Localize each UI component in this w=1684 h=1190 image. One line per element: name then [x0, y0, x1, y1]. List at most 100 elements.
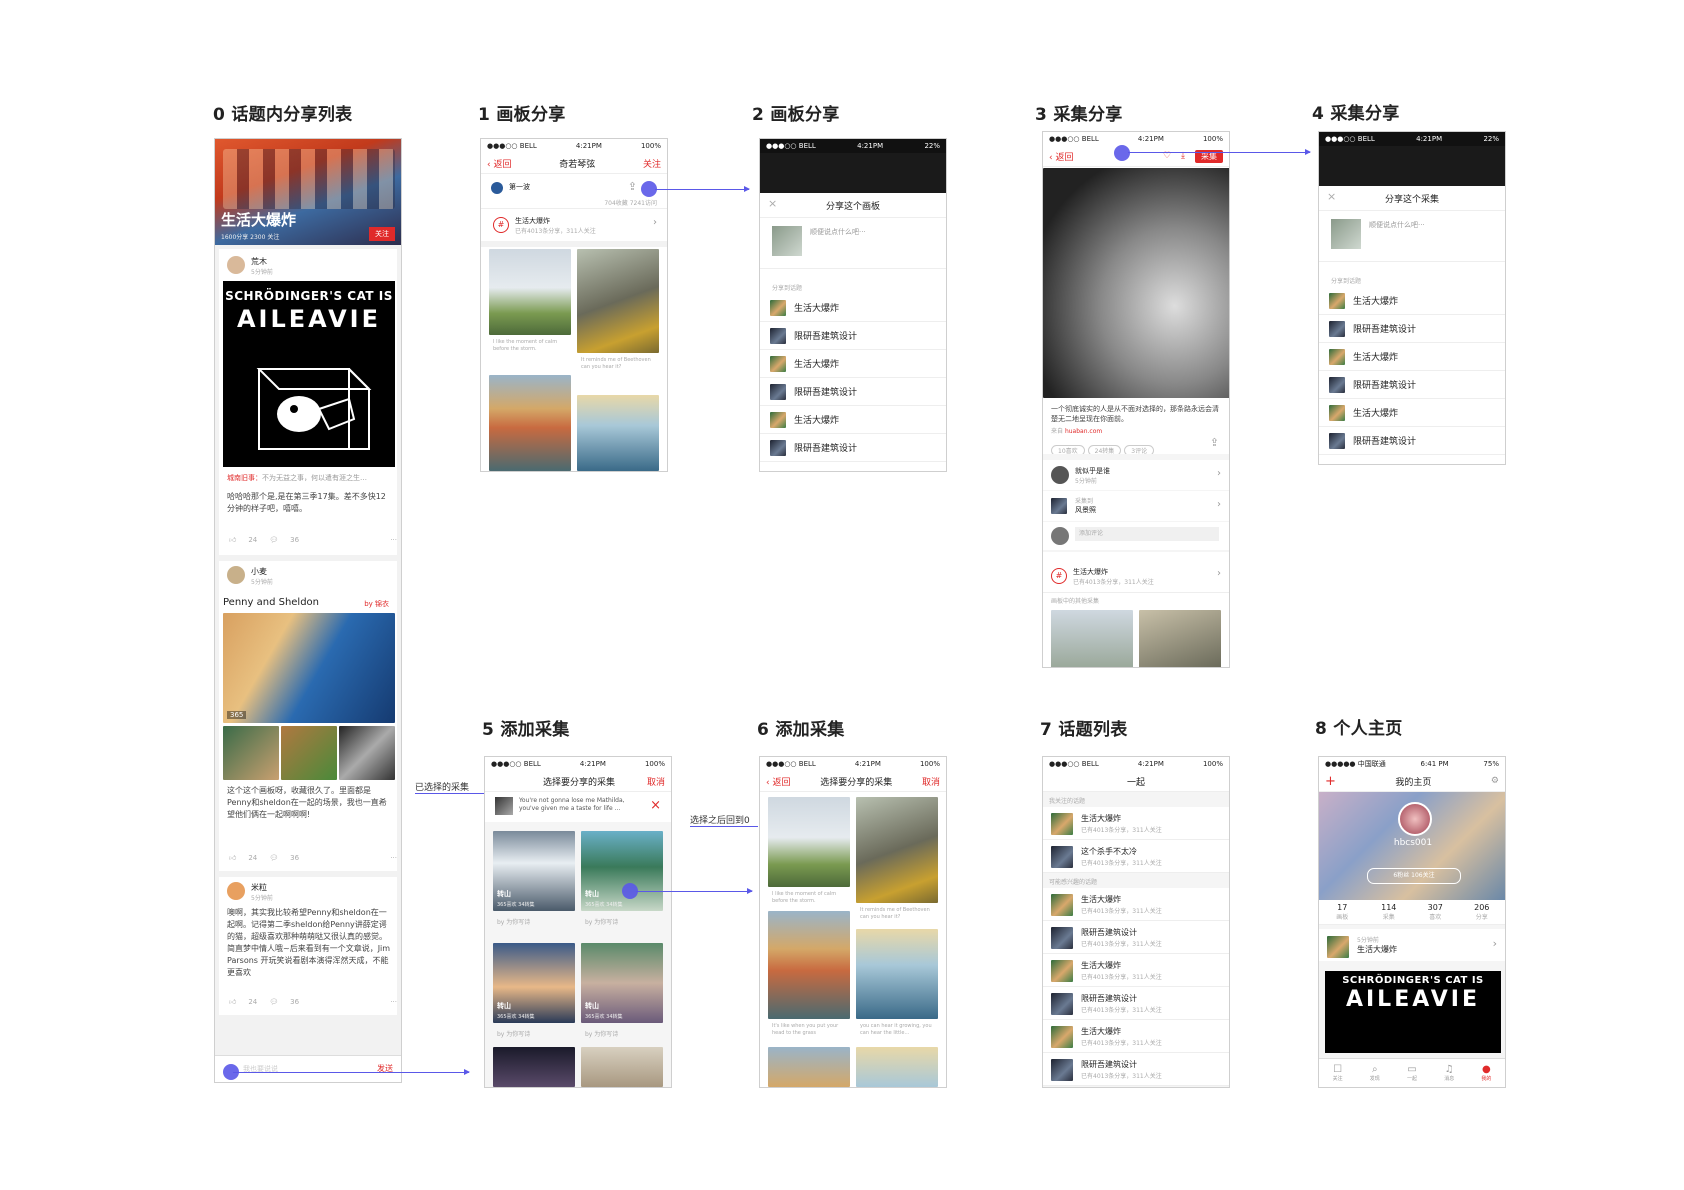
source-link[interactable]: huaban.com [1065, 428, 1102, 435]
pin-image[interactable] [493, 831, 575, 911]
share-icon[interactable]: ⇪ [1210, 436, 1219, 449]
pin-image[interactable] [768, 797, 850, 887]
comment-icon[interactable]: 💬︎ [269, 998, 278, 1006]
feed-item[interactable]: 5分钟前 生活大爆炸 › [1319, 929, 1505, 961]
comment-icon[interactable]: 💬︎ [269, 536, 278, 544]
tab-profile[interactable]: ● 我的 [1468, 1064, 1505, 1082]
topic-list-item[interactable]: 生活大爆炸 已有4013条分享，311人关注 [1043, 807, 1229, 840]
topic-list-item[interactable]: 限研吾建筑设计 已有4013条分享，311人关注 [1043, 921, 1229, 954]
profile-stat[interactable]: 114 采集 [1366, 903, 1413, 921]
cancel-button[interactable]: 取消 [647, 775, 665, 788]
post-username[interactable]: 荒木 [251, 256, 267, 267]
share-topic-item[interactable]: 生活大爆炸 [760, 406, 946, 434]
share-topic-item[interactable]: 限研吾建筑设计 [760, 434, 946, 462]
comment-icon[interactable]: 💬︎ [269, 854, 278, 862]
share-topic-item[interactable]: 生活大爆炸 [1319, 399, 1505, 427]
follow-button[interactable]: 关注 [369, 227, 395, 241]
more-icon[interactable]: ··· [390, 998, 397, 1006]
board-main-image[interactable] [223, 613, 395, 723]
remove-icon[interactable]: × [650, 798, 661, 813]
follow-stats-pill[interactable]: 6粉丝 106关注 [1367, 868, 1461, 884]
pin-image[interactable] [768, 911, 850, 1019]
pin-image[interactable] [577, 249, 659, 353]
topic-list-item[interactable]: 生活大爆炸 已有4013条分享，311人关注 [1043, 888, 1229, 921]
pin-image[interactable] [581, 943, 663, 1023]
board-by[interactable]: by 锦衣 [364, 599, 389, 609]
avatar[interactable] [1398, 802, 1432, 836]
back-button[interactable]: ‹ 返回 [766, 775, 790, 788]
pin-image[interactable] [581, 831, 663, 911]
share-topic-item[interactable]: 生活大爆炸 [760, 350, 946, 378]
bell-icon: ♫ [1444, 1064, 1454, 1075]
topic-list-item[interactable]: 这个杀手不太冷 已有4013条分享，311人关注 [1043, 840, 1229, 873]
pin-image[interactable] [856, 1047, 938, 1087]
share-topic-item[interactable]: 限研吾建筑设计 [760, 322, 946, 350]
tab-bell[interactable]: ♫ 消息 [1431, 1064, 1468, 1082]
pin-image[interactable] [581, 1047, 663, 1087]
tab-home[interactable]: ☐ 关注 [1319, 1064, 1356, 1082]
pin-main-image[interactable] [1043, 168, 1229, 398]
avatar [1051, 466, 1069, 484]
share-topic-item[interactable]: 生活大爆炸 [760, 294, 946, 322]
board-thumb[interactable] [339, 726, 395, 780]
share-topic-item[interactable]: 限研吾建筑设计 [1319, 315, 1505, 343]
board-row[interactable]: 采集到 风景照 › [1043, 491, 1229, 521]
post-username[interactable]: 米粒 [251, 882, 267, 893]
avatar[interactable] [227, 256, 245, 274]
board-thumb[interactable] [281, 726, 337, 780]
pin-image[interactable] [1139, 610, 1221, 667]
topic-row[interactable]: # 生活大爆炸 已有4013条分享，311人关注 › [481, 209, 667, 247]
comment-input[interactable]: 添加评论 [1075, 527, 1219, 541]
share-composer[interactable]: 顺便说点什么吧··· [1319, 211, 1505, 262]
page-title: 奇若琴弦 [559, 159, 596, 170]
pin-image[interactable] [577, 395, 659, 471]
back-button[interactable]: ‹ 返回 [1049, 150, 1073, 163]
share-topic-item[interactable]: 限研吾建筑设计 [760, 378, 946, 406]
pin-image[interactable] [489, 249, 571, 335]
profile-stat[interactable]: 206 分享 [1459, 903, 1506, 921]
close-icon[interactable]: × [1327, 190, 1336, 203]
like-icon[interactable]: 👍︎ [229, 535, 236, 544]
profile-stat[interactable]: 307 喜欢 [1412, 903, 1459, 921]
pin-image[interactable] [856, 797, 938, 903]
board-title[interactable]: Penny and Sheldon [223, 597, 319, 608]
share-topic-item[interactable]: 生活大爆炸 [1319, 287, 1505, 315]
tab-chat[interactable]: ▭ 一起 [1393, 1064, 1430, 1082]
add-icon[interactable]: + [1325, 774, 1336, 789]
close-icon[interactable]: × [768, 197, 777, 210]
share-topic-item[interactable]: 生活大爆炸 [1319, 343, 1505, 371]
share-icon[interactable]: ⇪ [628, 180, 637, 193]
pin-image[interactable] [493, 1047, 575, 1087]
topic-list-item[interactable]: 限研吾建筑设计 已有4013条分享，311人关注 [1043, 1053, 1229, 1086]
board-thumb[interactable] [223, 726, 279, 780]
topic-list-item[interactable]: 限研吾建筑设计 已有4013条分享，311人关注 [1043, 987, 1229, 1020]
schrodinger-image[interactable]: SCHRÖDINGER'S CAT IS AILEAVIE [223, 281, 395, 467]
like-icon[interactable]: 👍︎ [229, 853, 236, 862]
back-button[interactable]: ‹ 返回 [487, 157, 511, 170]
avatar[interactable] [227, 566, 245, 584]
pin-image[interactable] [856, 929, 938, 1019]
like-icon[interactable]: 👍︎ [229, 997, 236, 1006]
cancel-button[interactable]: 取消 [922, 775, 940, 788]
follow-button[interactable]: 关注 [643, 157, 661, 170]
pin-image[interactable] [493, 943, 575, 1023]
more-icon[interactable]: ··· [390, 536, 397, 544]
share-topic-item[interactable]: 限研吾建筑设计 [1319, 371, 1505, 399]
profile-stat[interactable]: 17 画板 [1319, 903, 1366, 921]
pin-image[interactable] [489, 375, 571, 471]
topic-row[interactable]: # 生活大爆炸 已有4013条分享，311人关注 › [1043, 560, 1229, 593]
gear-icon[interactable]: ⚙ [1491, 776, 1499, 786]
share-topic-item[interactable]: 限研吾建筑设计 [1319, 427, 1505, 455]
schrodinger-image[interactable]: SCHRÖDINGER'S CAT IS AILEAVIE [1325, 971, 1501, 1053]
tab-search[interactable]: ⌕ 发现 [1356, 1064, 1393, 1082]
quote-tag[interactable]: 城南旧事： [227, 474, 262, 482]
avatar[interactable] [227, 882, 245, 900]
pin-image[interactable] [768, 1047, 850, 1087]
pin-image[interactable] [1051, 610, 1133, 667]
post-username[interactable]: 小麦 [251, 566, 267, 577]
more-icon[interactable]: ··· [390, 854, 397, 862]
share-composer[interactable]: 顺便说点什么吧··· [760, 218, 946, 269]
topic-list-item[interactable]: 生活大爆炸 已有4013条分享，311人关注 [1043, 1020, 1229, 1053]
topic-list-item[interactable]: 生活大爆炸 已有4013条分享，311人关注 [1043, 954, 1229, 987]
pinner-row[interactable]: 就似乎是谁 5分钟前 › [1043, 460, 1229, 490]
